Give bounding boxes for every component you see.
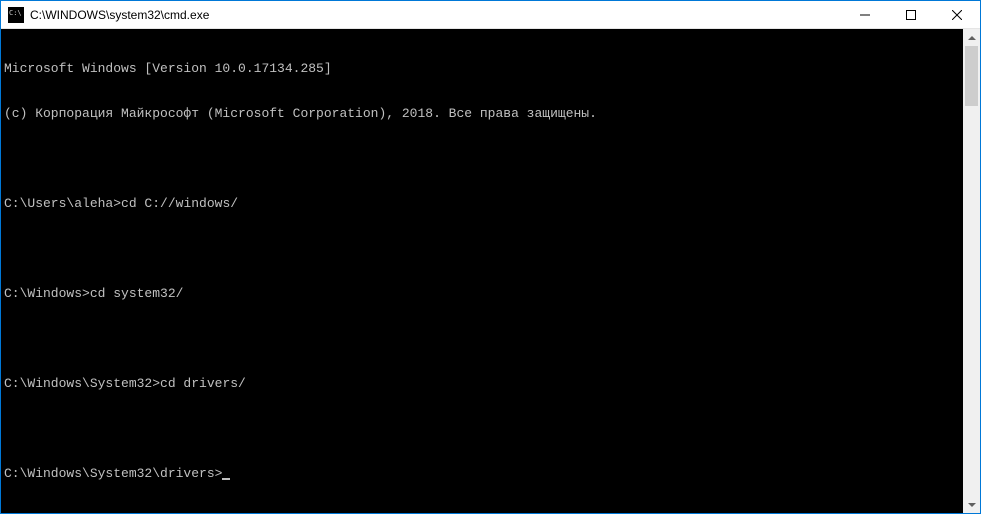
prompt-text: C:\Users\aleha> <box>4 196 121 211</box>
banner-line: Microsoft Windows [Version 10.0.17134.28… <box>4 61 960 76</box>
prompt-text: C:\Windows\System32> <box>4 376 160 391</box>
prompt-text: C:\Windows> <box>4 286 90 301</box>
banner-line: (c) Корпорация Майкрософт (Microsoft Cor… <box>4 106 960 121</box>
cmd-icon <box>8 7 24 23</box>
command-text: cd drivers/ <box>160 376 246 391</box>
scrollbar-track[interactable] <box>963 46 980 496</box>
chevron-up-icon <box>968 36 976 40</box>
titlebar[interactable]: C:\WINDOWS\system32\cmd.exe <box>1 1 980 29</box>
blank-line <box>4 241 960 256</box>
maximize-icon <box>906 10 916 20</box>
maximize-button[interactable] <box>888 1 934 28</box>
close-icon <box>952 10 962 20</box>
content-area: Microsoft Windows [Version 10.0.17134.28… <box>1 29 980 513</box>
command-line: C:\Windows\System32>cd drivers/ <box>4 376 960 391</box>
vertical-scrollbar[interactable] <box>963 29 980 513</box>
command-line: C:\Users\aleha>cd C://windows/ <box>4 196 960 211</box>
blank-line <box>4 331 960 346</box>
prompt-text: C:\Windows\System32\drivers> <box>4 466 222 481</box>
close-button[interactable] <box>934 1 980 28</box>
chevron-down-icon <box>968 503 976 507</box>
terminal-output[interactable]: Microsoft Windows [Version 10.0.17134.28… <box>1 29 963 513</box>
window-controls <box>842 1 980 28</box>
minimize-button[interactable] <box>842 1 888 28</box>
minimize-icon <box>860 10 870 20</box>
command-line: C:\Windows>cd system32/ <box>4 286 960 301</box>
blank-line <box>4 421 960 436</box>
window-title: C:\WINDOWS\system32\cmd.exe <box>30 8 842 22</box>
cmd-window: C:\WINDOWS\system32\cmd.exe Microsoft Wi… <box>0 0 981 514</box>
current-prompt-line: C:\Windows\System32\drivers> <box>4 466 960 481</box>
scrollbar-down-button[interactable] <box>963 496 980 513</box>
command-text: cd system32/ <box>90 286 184 301</box>
cursor <box>222 478 230 480</box>
blank-line <box>4 151 960 166</box>
scrollbar-thumb[interactable] <box>965 46 978 106</box>
scrollbar-up-button[interactable] <box>963 29 980 46</box>
command-text: cd C://windows/ <box>121 196 238 211</box>
